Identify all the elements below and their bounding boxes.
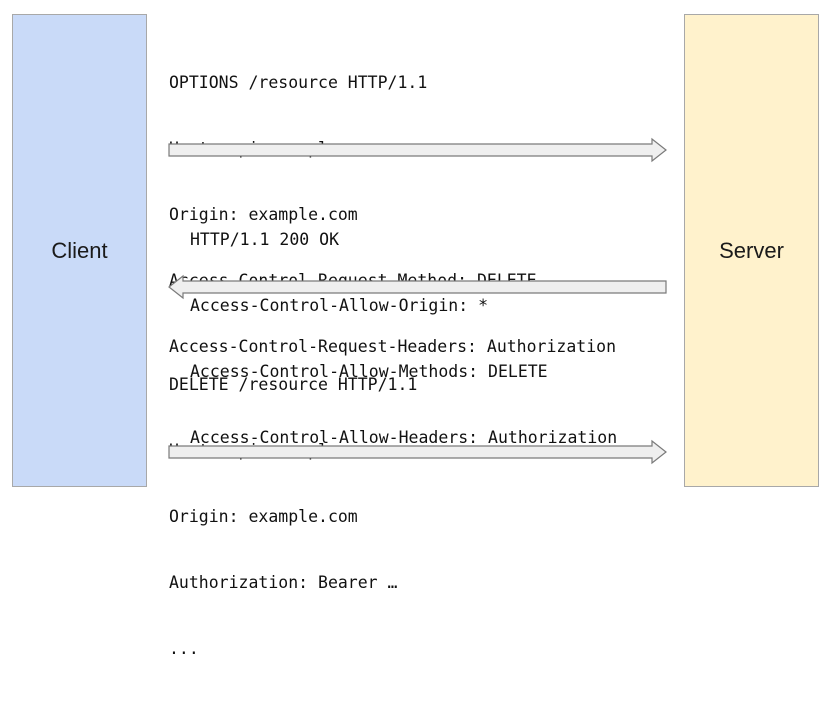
message-line: HTTP/1.1 200 OK xyxy=(190,230,340,249)
message-line: Origin: example.com xyxy=(169,507,358,526)
message-line: Access-Control-Allow-Origin: * xyxy=(190,296,489,315)
server-label: Server xyxy=(719,237,784,263)
message-line: OPTIONS /resource HTTP/1.1 xyxy=(169,73,428,92)
client-label: Client xyxy=(51,237,108,263)
message-line: ... xyxy=(169,639,199,658)
client-box: Client xyxy=(12,14,147,487)
message-line: DELETE /resource HTTP/1.1 xyxy=(169,375,418,394)
actual-request-message: DELETE /resource HTTP/1.1 Host: api.exam… xyxy=(169,330,417,704)
cors-sequence-diagram: Client Server OPTIONS /resource HTTP/1.1… xyxy=(0,0,830,658)
server-box: Server xyxy=(684,14,819,487)
message-line: Host: api.example.com xyxy=(169,139,378,158)
message-line: Authorization: Bearer … xyxy=(169,573,398,592)
message-line: Host: api.example.com xyxy=(169,441,378,460)
